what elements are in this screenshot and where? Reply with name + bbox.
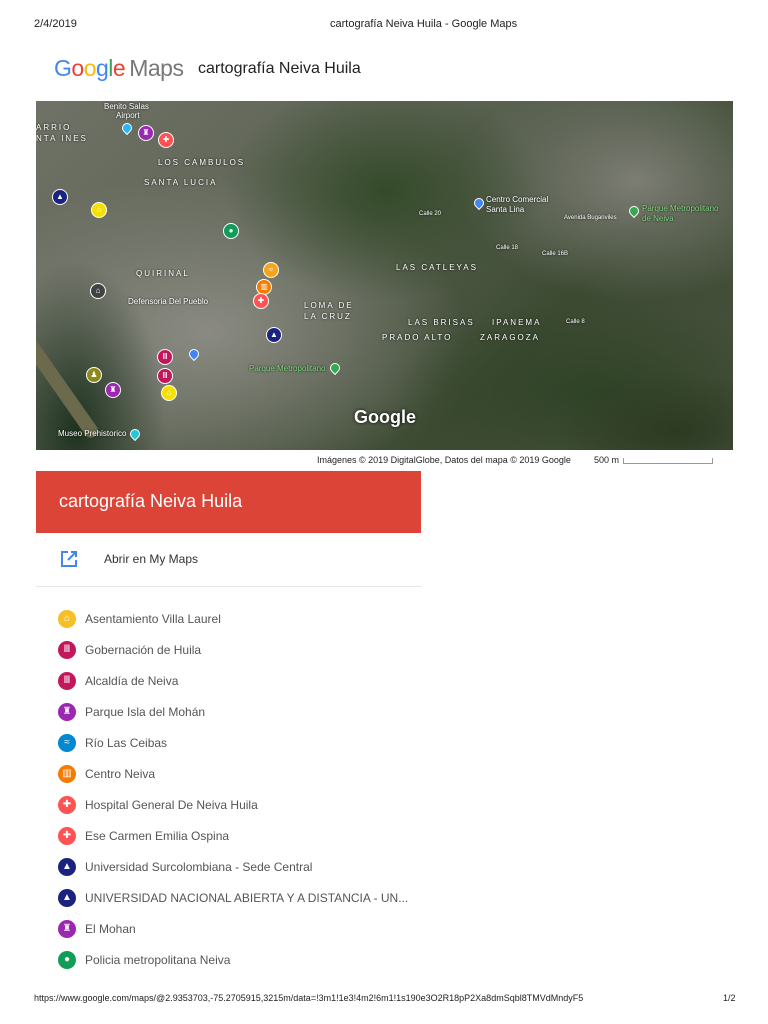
landmark-marker[interactable]: ⌂	[90, 283, 106, 299]
park-pin-icon[interactable]	[626, 203, 642, 219]
map-label: Avenida Buganviles	[564, 215, 617, 221]
map-label: IPANEMA	[492, 318, 542, 327]
open-external-icon[interactable]	[60, 550, 78, 568]
monument-icon: ♜	[58, 920, 76, 938]
map-label: LA CRUZ	[304, 312, 352, 321]
police-marker[interactable]: ●	[223, 223, 239, 239]
government-marker[interactable]: Ⅲ	[157, 368, 173, 384]
map-label: de Neiva	[642, 214, 674, 223]
map-label: LAS BRISAS	[408, 318, 475, 327]
page-number: 1/2	[723, 993, 736, 1003]
settlement-icon: ⌂	[58, 610, 76, 628]
google-maps-logo[interactable]: Google Maps	[54, 55, 184, 82]
map-label: Benito Salas	[104, 102, 149, 111]
list-item[interactable]: ✚ Hospital General De Neiva Huila	[58, 796, 418, 818]
map-attribution: Imágenes © 2019 DigitalGlobe, Datos del …	[317, 455, 571, 465]
list-item[interactable]: Ⅲ Alcaldía de Neiva	[58, 672, 418, 694]
hospital-marker[interactable]: ✚	[158, 132, 174, 148]
list-item[interactable]: ⌂ Asentamiento Villa Laurel	[58, 610, 418, 632]
police-icon: ●	[58, 951, 76, 969]
hospital-marker[interactable]: ✚	[253, 293, 269, 309]
list-item[interactable]: ▲ UNIVERSIDAD NACIONAL ABIERTA Y A DISTAN…	[58, 889, 418, 911]
map-label: NTA INES	[36, 134, 88, 143]
open-in-my-maps-label[interactable]: Abrir en My Maps	[104, 552, 198, 566]
park-marker[interactable]: ♟	[86, 367, 102, 383]
list-item[interactable]: ✚ Ese Carmen Emilia Ospina	[58, 827, 418, 849]
list-item[interactable]: ▲ Universidad Surcolombiana - Sede Centra…	[58, 858, 418, 880]
map-label: Santa Lina	[486, 205, 525, 214]
map-label: Parque Metropolitano	[249, 364, 326, 373]
list-item[interactable]: ♜ Parque Isla del Mohán	[58, 703, 418, 725]
map-label: Calle 8	[566, 319, 585, 325]
map-label: ZARAGOZA	[480, 333, 541, 342]
print-date: 2/4/2019	[34, 18, 77, 30]
scale-label: 500 m	[594, 455, 620, 465]
google-watermark: Google	[354, 407, 416, 427]
map-label: Calle 20	[419, 211, 442, 217]
list-item[interactable]: ● Policia metropolitana Neiva	[58, 951, 418, 973]
divider	[36, 586, 421, 587]
map-label: LOMA DE	[304, 301, 354, 310]
settlement-marker[interactable]: ⌂	[91, 202, 107, 218]
university-marker[interactable]: ▲	[52, 189, 68, 205]
monument-icon: ♜	[58, 703, 76, 721]
museum-pin-icon[interactable]	[127, 426, 143, 442]
panel-title: cartografía Neiva Huila	[59, 491, 243, 511]
government-building-icon: Ⅲ	[58, 641, 76, 659]
map-label: PRADO ALTO	[382, 333, 453, 342]
map-title: cartografía Neiva Huila	[198, 60, 361, 77]
graduation-cap-icon: ▲	[58, 889, 76, 907]
map-label: LAS CATLEYAS	[396, 263, 478, 272]
print-url: https://www.google.com/maps/@2.9353703,-…	[34, 993, 584, 1003]
shopping-pin-icon[interactable]	[471, 195, 487, 211]
print-title: cartografía Neiva Huila - Google Maps	[330, 18, 518, 30]
graduation-cap-icon: ▲	[58, 858, 76, 876]
park-pin-icon[interactable]	[327, 360, 343, 376]
list-item[interactable]: Ⅲ Gobernación de Huila	[58, 641, 418, 663]
scale-bar	[623, 458, 713, 464]
list-item[interactable]: ≈ Río Las Ceibas	[58, 734, 418, 756]
monument-marker[interactable]: ♜	[105, 382, 121, 398]
hospital-icon: ✚	[58, 827, 76, 845]
map-label: Airport	[116, 111, 140, 120]
monument-marker[interactable]: ♜	[138, 125, 154, 141]
city-icon: ▥	[58, 765, 76, 783]
hospital-icon: ✚	[58, 796, 76, 814]
map-label: SANTA LUCIA	[144, 178, 218, 187]
airport-pin-icon[interactable]	[119, 120, 135, 136]
map-label: QUIRINAL	[136, 269, 190, 278]
waterfall-marker[interactable]: ≈	[263, 262, 279, 278]
map-label: Calle 18	[496, 245, 519, 251]
map-label: Calle 16B	[542, 251, 569, 257]
map-label: ARRIO	[36, 123, 72, 132]
waterfall-icon: ≈	[58, 734, 76, 752]
place-pin-icon[interactable]	[186, 346, 202, 362]
map-label: Defensoria Del Pueblo	[128, 297, 209, 306]
list-item[interactable]: ♜ El Mohan	[58, 920, 418, 942]
government-building-icon: Ⅲ	[58, 672, 76, 690]
government-marker[interactable]: Ⅲ	[157, 349, 173, 365]
list-item[interactable]: ▥ Centro Neiva	[58, 765, 418, 787]
open-in-my-maps-button[interactable]	[36, 540, 421, 580]
map-label: Parque Metropolitano	[642, 204, 719, 213]
satellite-map[interactable]: ARRIO NTA INES Benito Salas Airport LOS …	[36, 101, 733, 450]
map-label: Museo Prehistorico	[58, 429, 127, 438]
river	[36, 333, 101, 441]
university-marker[interactable]: ▲	[266, 327, 282, 343]
settlement-marker[interactable]: ⌂	[161, 385, 177, 401]
map-label: Centro Comercial	[486, 195, 549, 204]
map-label: LOS CAMBULOS	[158, 158, 246, 167]
